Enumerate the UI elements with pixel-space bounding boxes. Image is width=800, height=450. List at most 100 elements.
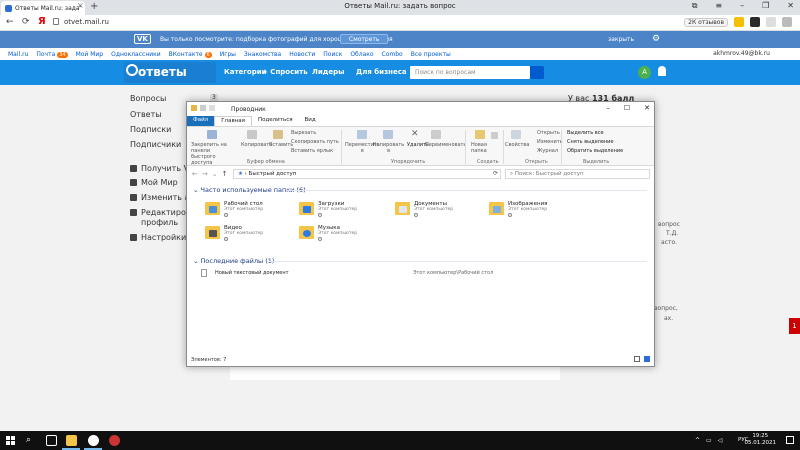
forward-icon[interactable]: → [202,170,208,178]
rename-icon[interactable] [431,130,441,139]
back-icon[interactable]: ← [192,170,198,178]
feedback-tab[interactable]: 1 [789,318,800,334]
tab-file[interactable]: Файл [187,116,215,126]
my-world-link[interactable]: Мой Мир [130,178,178,187]
paste-icon[interactable] [273,130,283,139]
maximize-icon[interactable]: ☐ [624,104,630,112]
properties-button[interactable]: Свойства [505,142,529,148]
reload-button[interactable]: ⟳ [22,17,30,27]
minimize-icon[interactable]: – [740,1,744,11]
history-button[interactable]: Журнал [537,148,558,154]
menu-subscribers[interactable]: Подписчики [130,140,181,149]
menu-icon[interactable]: ≡ [715,1,722,11]
maximize-icon[interactable]: ❐ [762,1,769,11]
portal-item-news[interactable]: Новости [289,51,315,58]
bell-icon[interactable] [658,66,666,76]
bookmark-icon[interactable] [734,17,744,27]
properties-icon[interactable] [200,105,206,111]
close-window-icon[interactable]: ✕ [787,1,794,11]
tab-share[interactable]: Поделиться [252,116,299,126]
search-icon[interactable] [530,66,544,79]
menu-answers[interactable]: Ответы [130,110,162,119]
folder-downloads[interactable]: Загрузки Этот компьютер [299,200,389,224]
profile-icon[interactable] [766,17,776,27]
menu-questions[interactable]: Вопросы [130,94,166,103]
pin-quick-access-button[interactable]: Закрепить на панели быстрого доступа [191,142,235,166]
paste-button[interactable]: Вставить [269,142,293,148]
portal-item-vk[interactable]: ВКонтакте 6 [169,51,212,58]
new-folder-icon[interactable] [209,105,215,111]
address-path[interactable]: ★ › Быстрый доступ [233,169,501,179]
open-button[interactable]: Открыть [537,130,560,136]
task-view-icon[interactable] [46,435,57,446]
delete-icon[interactable]: ✕ [411,129,419,139]
folder-desktop[interactable]: Рабочий стол Этот компьютер [205,200,295,224]
portal-item-myworld[interactable]: Мой Мир [76,51,104,58]
recent-files-header[interactable]: ⌄ Последние файлы (1) [193,257,274,265]
invert-selection-button[interactable]: Обратить выделение [567,148,623,154]
tab-view[interactable]: Вид [299,116,322,126]
restore-icon[interactable]: ⧉ [692,1,698,11]
download-icon[interactable] [782,17,792,27]
details-view-icon[interactable] [634,356,640,362]
edit-profile-link-2[interactable]: профиль [141,218,178,227]
otvet-logo[interactable]: ответы [138,65,187,79]
pin-icon[interactable] [207,130,217,139]
portal-item-all[interactable]: Все проекты [411,51,451,58]
portal-item-mailru[interactable]: Mail.ru [8,51,28,58]
back-button[interactable]: ← [6,17,14,27]
folder-documents[interactable]: Документы Этот компьютер [395,200,485,224]
network-icon[interactable]: ▭ [706,437,712,444]
tiles-view-icon[interactable] [644,356,650,362]
portal-item-combo[interactable]: Combo [382,51,403,58]
copy-path-button[interactable]: Скопировать путь [291,139,339,145]
select-none-button[interactable]: Снять выделение [567,139,614,145]
clock[interactable]: 19:25 05.01.2021 [745,433,777,447]
portal-item-games[interactable]: Игры [220,51,236,58]
select-all-button[interactable]: Выделить все [567,130,604,136]
refresh-icon[interactable]: ⟳ [493,170,498,177]
minimize-icon[interactable]: – [606,104,610,112]
vk-watch-button[interactable]: Смотреть [340,34,389,44]
leaders-link[interactable]: Лидеры [312,68,344,76]
chevron-up-icon[interactable]: ^ [695,437,700,444]
lock-icon[interactable] [53,18,59,25]
copy-to-icon[interactable] [383,130,393,139]
vk-close-link[interactable]: закрыть [608,36,634,43]
chevron-down-icon[interactable]: ⌄ [212,170,218,178]
avatar[interactable]: A [638,66,651,79]
search-icon[interactable]: ⌕ [26,435,37,446]
opera-icon[interactable] [109,435,120,446]
portal-item-ok[interactable]: Одноклассники [111,51,161,58]
url-field[interactable]: otvet.mail.ru [64,18,109,26]
user-email[interactable]: akhmrov.49@bk.ru [713,50,770,57]
categories-link[interactable]: Категории [224,68,267,76]
new-folder-button[interactable]: Новая папка [471,142,487,154]
ask-button[interactable]: + Спросить [262,68,308,76]
recent-file-row[interactable]: Новый текстовый документ Этот компьютер\… [201,269,641,279]
explorer-taskbar-icon[interactable] [66,435,77,446]
windows-start-icon[interactable] [6,436,15,445]
menu-subscriptions[interactable]: Подписки [130,125,171,134]
portal-item-mail[interactable]: Почта 34 [36,51,68,58]
yandex-browser-icon[interactable] [88,435,99,446]
gear-icon[interactable]: ⚙ [652,34,660,44]
edit-button[interactable]: Изменить [537,139,563,145]
notifications-icon[interactable] [786,436,794,444]
tab-home[interactable]: Главная [214,116,252,126]
portal-item-cloud[interactable]: Облако [350,51,373,58]
volume-icon[interactable]: ◁ [718,437,723,444]
portal-item-search[interactable]: Поиск [323,51,342,58]
folder-pictures[interactable]: Изображения Этот компьютер [489,200,579,224]
yandex-logo-icon[interactable]: Я [38,16,46,27]
portal-item-dating[interactable]: Знакомства [244,51,281,58]
settings-link[interactable]: Настройки [130,233,186,242]
business-link[interactable]: Для бизнеса [356,68,407,76]
folder-music[interactable]: Музыка Этот компьютер [299,224,389,248]
new-folder-icon[interactable] [475,130,485,139]
folder-videos[interactable]: Видео Этот компьютер [205,224,295,248]
copy-icon[interactable] [247,130,257,139]
copy-button[interactable]: Копировать [241,142,272,148]
rename-button[interactable]: Переименовать [425,142,466,148]
reviews-badge[interactable]: 2К отзывов [684,17,728,27]
